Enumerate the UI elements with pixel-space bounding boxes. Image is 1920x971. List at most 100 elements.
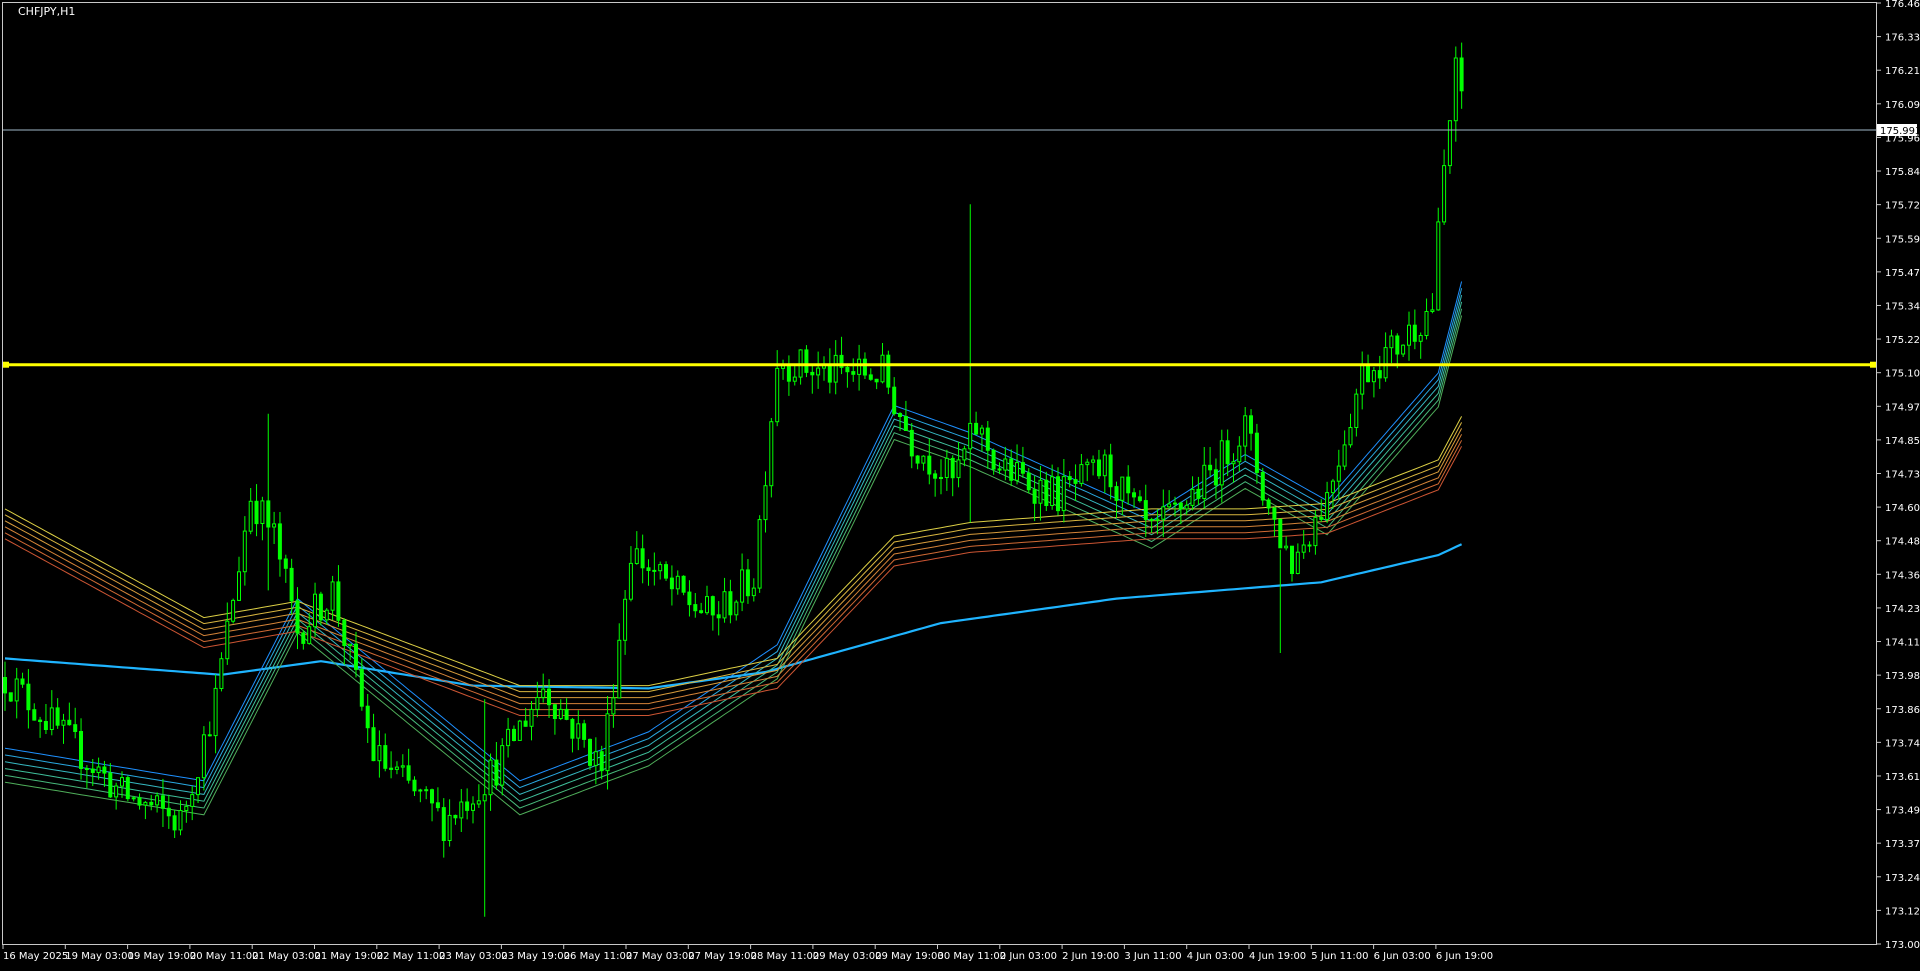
candle-body <box>155 795 160 806</box>
candle-body <box>471 803 475 811</box>
candle-body <box>810 371 815 376</box>
chart-canvas[interactable]: 175.993 176.460176.335176.215176.090175.… <box>0 0 1920 967</box>
x-tick-label: 26 May 11:00 <box>564 951 633 962</box>
candle-body <box>997 468 1002 471</box>
candle-body <box>1330 480 1335 494</box>
candle-body <box>1137 496 1142 502</box>
candle-body <box>500 745 505 786</box>
candle-body <box>336 581 341 621</box>
y-tick-label: 175.595 <box>1885 234 1920 245</box>
y-tick-label: 173.865 <box>1885 705 1920 716</box>
candle-body <box>1155 518 1160 521</box>
candle-body <box>1143 500 1148 520</box>
candle-body <box>1219 440 1224 486</box>
x-tick-label: 16 May 2025 <box>3 951 68 962</box>
y-tick-label: 175.225 <box>1885 335 1920 346</box>
x-tick-label: 19 May 19:00 <box>128 951 197 962</box>
candle-body <box>1395 335 1400 355</box>
candle-body <box>435 802 440 809</box>
y-tick-label: 173.370 <box>1885 839 1920 850</box>
candle-body <box>658 564 663 572</box>
candle-body <box>593 751 598 766</box>
candle-body <box>1325 492 1330 520</box>
candle-body <box>1184 504 1189 510</box>
level-handle-left[interactable] <box>3 361 9 368</box>
candle-body <box>669 577 674 590</box>
candle-body <box>751 587 756 597</box>
candle-body <box>213 687 218 737</box>
candle-body <box>383 745 388 769</box>
candle-body <box>1412 324 1417 342</box>
candle-body <box>1307 544 1312 547</box>
candle-body <box>1442 165 1447 223</box>
candle-body <box>1290 545 1294 575</box>
candle-body <box>1161 506 1166 520</box>
candle-body <box>225 620 230 660</box>
candle-body <box>289 567 294 602</box>
candle-body <box>868 374 873 380</box>
candle-body <box>38 719 43 722</box>
candle-body <box>324 609 329 621</box>
candle-body <box>26 683 31 711</box>
candle-body <box>728 591 733 616</box>
candle-body <box>968 422 973 450</box>
x-tick-label: 4 Jun 19:00 <box>1249 951 1306 962</box>
candle-body <box>283 558 288 569</box>
candle-body <box>950 457 955 479</box>
candle-body <box>447 814 452 842</box>
candle-body <box>962 448 967 461</box>
candle-body <box>459 801 464 819</box>
candle-body <box>529 708 534 727</box>
candle-body <box>979 427 984 435</box>
y-tick-label: 174.605 <box>1885 503 1920 514</box>
candle-body <box>301 632 306 644</box>
candle-body <box>1407 324 1411 346</box>
candle-body <box>248 500 253 532</box>
candle-body <box>79 731 83 769</box>
candle-body <box>1336 465 1341 482</box>
x-tick-label: 6 Jun 19:00 <box>1436 951 1493 962</box>
candle-body <box>710 596 715 616</box>
x-tick-label: 20 May 11:00 <box>190 951 259 962</box>
candle-body <box>705 596 709 614</box>
x-tick-label: 23 May 19:00 <box>501 951 570 962</box>
candle-body <box>313 593 317 628</box>
candle-body <box>242 530 247 573</box>
y-tick-label: 175.470 <box>1885 268 1920 279</box>
y-tick-label: 175.965 <box>1885 133 1920 144</box>
candle-body <box>1389 335 1394 349</box>
candle-body <box>102 766 107 774</box>
candle-body <box>453 814 458 819</box>
candle-body <box>1231 461 1236 465</box>
candle-body <box>1301 544 1306 553</box>
candle-body <box>1009 458 1014 481</box>
candle-body <box>552 704 557 720</box>
candle-body <box>1044 479 1049 506</box>
candle-body <box>172 815 177 831</box>
candle-body <box>1073 479 1078 484</box>
candle-body <box>1377 370 1382 379</box>
symbol-label: CHFJPY,H1 <box>18 5 76 18</box>
y-tick-label: 173.245 <box>1885 873 1920 884</box>
candle-body <box>1038 479 1043 504</box>
candle-body <box>131 797 136 800</box>
candle-body <box>1173 502 1177 505</box>
y-tick-label: 174.975 <box>1885 402 1920 413</box>
candle-body <box>675 575 680 590</box>
candle-body <box>535 697 540 710</box>
price-chart[interactable]: 175.993 176.460176.335176.215176.090175.… <box>0 0 1920 967</box>
candle-body <box>1342 444 1347 467</box>
candle-body <box>1447 120 1452 167</box>
candle-body <box>664 564 668 579</box>
candle-body <box>49 707 54 731</box>
candle-body <box>430 789 434 804</box>
candle-body <box>1360 364 1365 395</box>
candle-body <box>482 794 487 802</box>
candle-body <box>295 600 300 634</box>
level-handle-right[interactable] <box>1870 361 1876 368</box>
candle-body <box>1003 458 1008 471</box>
y-tick-label: 174.360 <box>1885 570 1920 581</box>
candle-body <box>786 365 791 382</box>
candle-body <box>1430 309 1435 312</box>
candle-body <box>43 721 48 730</box>
